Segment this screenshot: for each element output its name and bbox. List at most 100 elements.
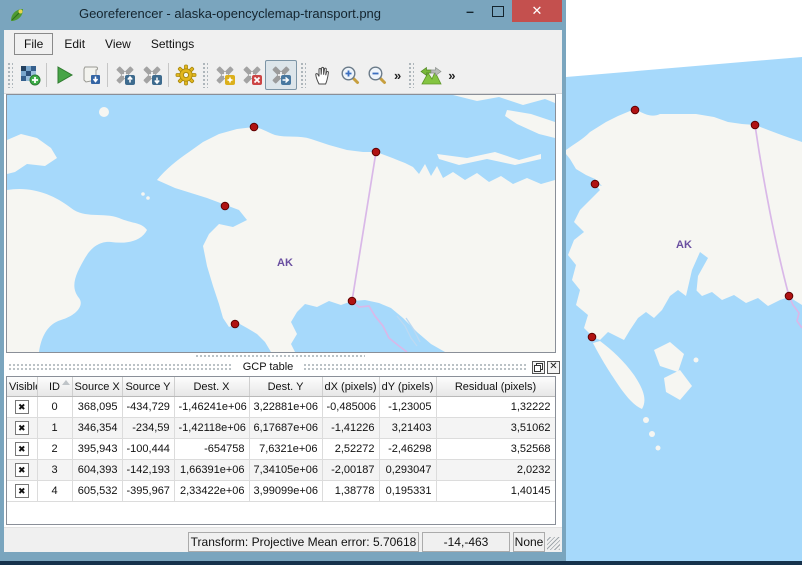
- toolbar-overflow-chevron-2[interactable]: »: [444, 68, 459, 83]
- menu-edit[interactable]: Edit: [55, 34, 94, 54]
- menu-settings[interactable]: Settings: [142, 34, 203, 54]
- maximize-button[interactable]: [485, 0, 511, 22]
- visible-cell[interactable]: ✖: [7, 396, 38, 418]
- col-header-residual[interactable]: Residual (pixels): [436, 377, 555, 397]
- col-header-visible[interactable]: Visible: [7, 377, 38, 397]
- gcp-value-cell[interactable]: -0,485006: [322, 396, 380, 418]
- gcp-point-marker[interactable]: [220, 201, 230, 211]
- gcp-point-marker[interactable]: [750, 120, 760, 130]
- gcp-value-cell[interactable]: 3,99099e+06: [249, 480, 323, 502]
- gcp-value-cell[interactable]: 3,52568: [436, 438, 555, 460]
- gcp-value-cell[interactable]: -654758: [174, 438, 250, 460]
- gcp-point-marker[interactable]: [347, 296, 357, 306]
- gcp-value-cell[interactable]: 604,393: [72, 459, 123, 481]
- minimize-button[interactable]: –: [455, 0, 485, 22]
- col-header-dest-x[interactable]: Dest. X: [174, 377, 250, 397]
- gcp-id-cell[interactable]: 1: [37, 417, 73, 439]
- window-titlebar[interactable]: Georeferencer - alaska-opencyclemap-tran…: [0, 0, 566, 30]
- visible-checkbox[interactable]: ✖: [14, 400, 29, 414]
- gcp-point-marker[interactable]: [587, 332, 597, 342]
- visible-cell[interactable]: ✖: [7, 480, 38, 502]
- link-georeferencer-button[interactable]: [417, 61, 444, 89]
- col-header-dest-y[interactable]: Dest. Y: [249, 377, 323, 397]
- menu-file[interactable]: File: [14, 32, 54, 55]
- georeferencer-map-canvas[interactable]: AK: [7, 95, 555, 352]
- gcp-point-marker[interactable]: [630, 105, 640, 115]
- gcp-value-cell[interactable]: 605,532: [72, 480, 123, 502]
- save-gcp-points-button[interactable]: [138, 61, 165, 89]
- gcp-value-cell[interactable]: 1,66391e+06: [174, 459, 250, 481]
- gcp-value-cell[interactable]: 0,293047: [379, 459, 437, 481]
- zoom-out-button[interactable]: [363, 61, 390, 89]
- visible-checkbox[interactable]: ✖: [14, 442, 29, 456]
- visible-cell[interactable]: ✖: [7, 417, 38, 439]
- gcp-point-marker[interactable]: [784, 291, 794, 301]
- gcp-value-cell[interactable]: -434,729: [122, 396, 175, 418]
- zoom-in-button[interactable]: [336, 61, 363, 89]
- toolbar-drag-handle[interactable]: [408, 62, 415, 88]
- gcp-value-cell[interactable]: 3,51062: [436, 417, 555, 439]
- gcp-point-marker[interactable]: [230, 319, 240, 329]
- pan-button[interactable]: [309, 61, 336, 89]
- gcp-value-cell[interactable]: -234,59: [122, 417, 175, 439]
- col-header-source-y[interactable]: Source Y: [122, 377, 175, 397]
- visible-checkbox[interactable]: ✖: [14, 484, 29, 498]
- gcp-value-cell[interactable]: 346,354: [72, 417, 123, 439]
- gcp-value-cell[interactable]: -1,23005: [379, 396, 437, 418]
- gcp-value-cell[interactable]: 7,6321e+06: [249, 438, 323, 460]
- dock-close-button[interactable]: ✕: [547, 360, 560, 374]
- gcp-value-cell[interactable]: -142,193: [122, 459, 175, 481]
- gcp-value-cell[interactable]: -1,46241e+06: [174, 396, 250, 418]
- toolbar-drag-handle[interactable]: [202, 62, 208, 88]
- close-button[interactable]: ✕: [512, 0, 562, 22]
- visible-cell[interactable]: ✖: [7, 438, 38, 460]
- gcp-value-cell[interactable]: 3,21403: [379, 417, 437, 439]
- visible-checkbox[interactable]: ✖: [14, 421, 29, 435]
- gcp-id-cell[interactable]: 4: [37, 480, 73, 502]
- load-gcp-points-button[interactable]: [111, 61, 138, 89]
- gcp-dock-titlebar[interactable]: GCP table ✕: [4, 359, 562, 375]
- gcp-value-cell[interactable]: 2,0232: [436, 459, 555, 481]
- gcp-value-cell[interactable]: -1,42118e+06: [174, 417, 250, 439]
- gcp-id-cell[interactable]: 0: [37, 396, 73, 418]
- transformation-settings-button[interactable]: [172, 61, 199, 89]
- gcp-value-cell[interactable]: 2,33422e+06: [174, 480, 250, 502]
- qgis-main-map-panel[interactable]: AK: [566, 0, 802, 565]
- gcp-value-cell[interactable]: 2,52272: [322, 438, 380, 460]
- toolbar-overflow-chevron[interactable]: »: [390, 68, 405, 83]
- toolbar-drag-handle[interactable]: [300, 62, 306, 88]
- gcp-value-cell[interactable]: 1,38778: [322, 480, 380, 502]
- gcp-value-cell[interactable]: 1,32222: [436, 396, 555, 418]
- resize-grip[interactable]: [547, 537, 560, 550]
- gcp-value-cell[interactable]: 395,943: [72, 438, 123, 460]
- gcp-value-cell[interactable]: -2,46298: [379, 438, 437, 460]
- gcp-value-cell[interactable]: 6,17687e+06: [249, 417, 323, 439]
- col-header-dy[interactable]: dY (pixels): [379, 377, 437, 397]
- gcp-point-marker[interactable]: [590, 179, 600, 189]
- gcp-point-marker[interactable]: [371, 147, 381, 157]
- open-raster-button[interactable]: [16, 61, 43, 89]
- gcp-value-cell[interactable]: 7,34105e+06: [249, 459, 323, 481]
- menu-view[interactable]: View: [96, 34, 140, 54]
- dock-float-button[interactable]: [532, 360, 545, 374]
- start-georeferencing-button[interactable]: [50, 61, 77, 89]
- gcp-point-marker[interactable]: [249, 122, 259, 132]
- gcp-value-cell[interactable]: 0,195331: [379, 480, 437, 502]
- gcp-id-cell[interactable]: 2: [37, 438, 73, 460]
- gdal-script-button[interactable]: [77, 61, 104, 89]
- gcp-id-cell[interactable]: 3: [37, 459, 73, 481]
- gcp-value-cell[interactable]: 3,22881e+06: [249, 396, 323, 418]
- col-header-dx[interactable]: dX (pixels): [322, 377, 380, 397]
- add-point-button[interactable]: [211, 61, 238, 89]
- visible-checkbox[interactable]: ✖: [14, 463, 29, 477]
- gcp-value-cell[interactable]: 368,095: [72, 396, 123, 418]
- toolbar-drag-handle[interactable]: [7, 62, 13, 88]
- col-header-id[interactable]: ID: [37, 377, 73, 397]
- gcp-value-cell[interactable]: -1,41226: [322, 417, 380, 439]
- qgis-map-canvas[interactable]: AK: [566, 0, 802, 565]
- col-header-source-x[interactable]: Source X: [72, 377, 123, 397]
- delete-point-button[interactable]: [238, 61, 265, 89]
- gcp-value-cell[interactable]: 1,40145: [436, 480, 555, 502]
- gcp-value-cell[interactable]: -100,444: [122, 438, 175, 460]
- gcp-value-cell[interactable]: -395,967: [122, 480, 175, 502]
